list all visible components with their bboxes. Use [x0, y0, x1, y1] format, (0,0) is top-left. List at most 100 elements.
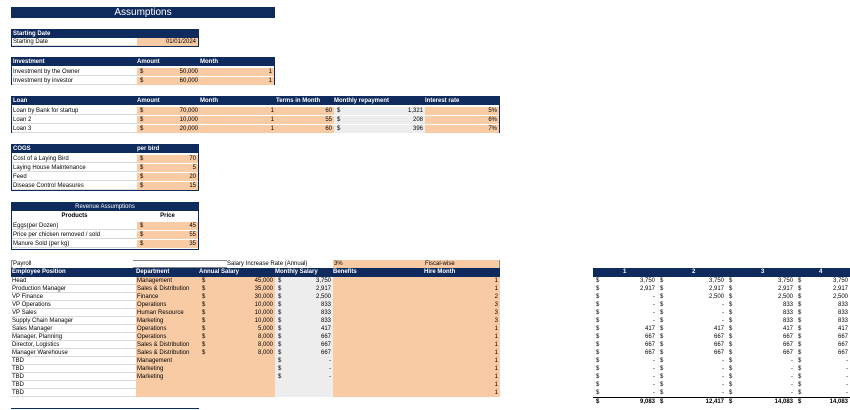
cogs-value-input[interactable]: $15	[137, 182, 198, 190]
monthly-cell: $ -	[729, 390, 793, 396]
hire-month-input[interactable]: 1	[424, 277, 500, 285]
annual-salary-input[interactable]: $10,000	[199, 309, 275, 317]
fiscal-wise-input[interactable]: Fiscal-wise	[425, 260, 499, 268]
investment-month-owner[interactable]: 1	[200, 68, 274, 76]
annual-salary-input[interactable]: $8,000	[199, 341, 275, 349]
benefits-input[interactable]	[333, 357, 424, 365]
employee-position: TBD	[11, 365, 136, 373]
benefits-input[interactable]	[333, 285, 424, 293]
annual-salary-input[interactable]: $30,000	[199, 293, 275, 301]
loan-terms-input[interactable]: 55	[276, 116, 334, 124]
revenue-price-input[interactable]: $45	[137, 222, 198, 230]
loan-amount-input[interactable]: $10,000	[137, 116, 200, 124]
annual-salary-input[interactable]	[199, 381, 275, 389]
department-input[interactable]: Operations	[136, 325, 199, 333]
investment-amount-owner[interactable]: $50,000	[137, 68, 200, 76]
department-input[interactable]: Operations	[136, 301, 199, 309]
salary-increase-input[interactable]: 3%	[333, 260, 425, 268]
hire-month-input[interactable]: 3	[424, 309, 500, 317]
annual-salary-input[interactable]: $10,000	[199, 317, 275, 325]
annual-salary-input[interactable]	[199, 373, 275, 381]
annual-salary-input[interactable]	[199, 357, 275, 365]
annual-salary-input[interactable]	[199, 365, 275, 373]
department-input[interactable]: Sales & Distribution	[136, 341, 199, 349]
loan-repayment-value: $396	[334, 125, 425, 133]
benefits-input[interactable]	[333, 389, 424, 397]
department-input[interactable]: Management	[136, 277, 199, 285]
department-input[interactable]: Management	[136, 357, 199, 365]
benefits-input[interactable]	[333, 277, 424, 285]
loan-rate-input[interactable]: 5%	[425, 107, 499, 115]
loan-month-input[interactable]: 1	[200, 107, 276, 115]
annual-salary-input[interactable]: $8,000	[199, 349, 275, 357]
department-input[interactable]: Marketing	[136, 373, 199, 381]
monthly-cell: $667	[798, 334, 848, 340]
department-input[interactable]: Sales & Distribution	[136, 285, 199, 293]
loan-rate-input[interactable]: 7%	[425, 125, 499, 133]
benefits-input[interactable]	[333, 341, 424, 349]
annual-salary-input[interactable]: $10,000	[199, 301, 275, 309]
hire-month-input[interactable]: 1	[424, 285, 500, 293]
revenue-price-input[interactable]: $35	[137, 240, 198, 248]
investment-amount-investor[interactable]: $60,000	[137, 77, 200, 85]
annual-salary-input[interactable]: $8,000	[199, 333, 275, 341]
benefits-input[interactable]	[333, 309, 424, 317]
benefits-input[interactable]	[333, 365, 424, 373]
department-input[interactable]	[136, 381, 199, 389]
hire-month-input[interactable]: 1	[424, 365, 500, 373]
department-input[interactable]: Marketing	[136, 317, 199, 325]
loan-rate-input[interactable]: 6%	[425, 116, 499, 124]
loan-amount-input[interactable]: $20,000	[137, 125, 200, 133]
employee-position: VP Sales	[11, 309, 136, 317]
benefits-input[interactable]	[333, 293, 424, 301]
cogs-value-input[interactable]: $5	[137, 164, 198, 172]
investment-month-investor[interactable]: 1	[200, 77, 274, 85]
department-input[interactable]	[136, 389, 199, 397]
benefits-input[interactable]	[333, 325, 424, 333]
loan-terms-input[interactable]: 60	[276, 125, 334, 133]
hire-month-input[interactable]: 2	[424, 293, 500, 301]
annual-salary-input[interactable]: $45,000	[199, 277, 275, 285]
loan-month-input[interactable]: 1	[200, 116, 276, 124]
loan-month-input[interactable]: 1	[200, 125, 276, 133]
hire-month-input[interactable]: 3	[424, 301, 500, 309]
hire-month-input[interactable]: 1	[424, 389, 500, 397]
department-input[interactable]: Marketing	[136, 365, 199, 373]
revenue-price-input[interactable]: $55	[137, 231, 198, 239]
benefits-input[interactable]	[333, 373, 424, 381]
benefits-input[interactable]	[333, 381, 424, 389]
hire-month-input[interactable]: 1	[424, 373, 500, 381]
loan-terms-input[interactable]: 60	[276, 107, 334, 115]
hire-month-input[interactable]: 1	[424, 333, 500, 341]
benefits-input[interactable]	[333, 301, 424, 309]
annual-salary-input[interactable]	[199, 389, 275, 397]
starting-date-input[interactable]: 01/01/2024	[137, 38, 198, 46]
benefits-input[interactable]	[333, 317, 424, 325]
department-input[interactable]: Operations	[136, 333, 199, 341]
monthly-cell: $417	[596, 326, 655, 332]
monthly-salary-value	[275, 381, 333, 389]
monthly-cell: $ -	[798, 374, 848, 380]
department-input[interactable]: Human Resource	[136, 309, 199, 317]
hire-month-input[interactable]: 1	[424, 341, 500, 349]
monthly-salary-value: $833	[275, 309, 333, 317]
hire-month-input[interactable]: 3	[424, 317, 500, 325]
hire-month-input[interactable]: 1	[424, 357, 500, 365]
benefits-input[interactable]	[333, 333, 424, 341]
monthly-cell: $ -	[660, 310, 724, 316]
hire-month-input[interactable]: 1	[424, 381, 500, 389]
department-input[interactable]: Sales & Distribution	[136, 349, 199, 357]
investment-header-row: Investment Amount Month	[12, 58, 274, 66]
loan-amount-input[interactable]: $70,000	[137, 107, 200, 115]
annual-salary-input[interactable]: $5,000	[199, 325, 275, 333]
cogs-value-input[interactable]: $70	[137, 155, 198, 163]
department-input[interactable]: Finance	[136, 293, 199, 301]
hire-month-input[interactable]: 1	[424, 325, 500, 333]
employee-position: VP Operations	[11, 301, 136, 309]
annual-salary-input[interactable]: $35,000	[199, 285, 275, 293]
benefits-input[interactable]	[333, 349, 424, 357]
hire-month-input[interactable]: 1	[424, 349, 500, 357]
monthly-cell: $2,917	[660, 286, 724, 292]
cogs-value-input[interactable]: $20	[137, 173, 198, 181]
monthly-salary-value: $417	[275, 325, 333, 333]
